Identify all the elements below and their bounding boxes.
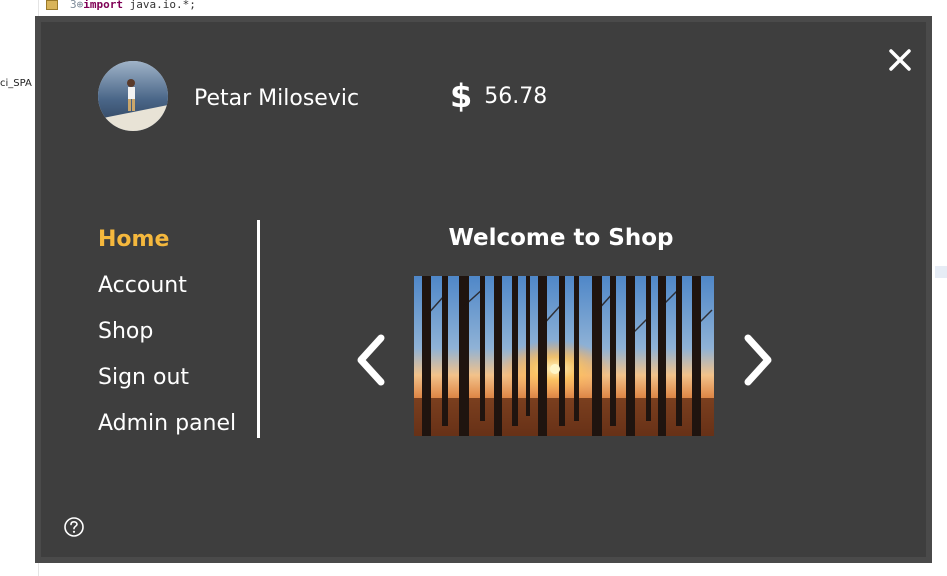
help-icon[interactable] bbox=[63, 516, 85, 538]
carousel-next-button[interactable] bbox=[738, 332, 778, 388]
dollar-icon: $ bbox=[450, 77, 473, 115]
line-number: 3 bbox=[70, 0, 77, 11]
side-nav: Home Account Shop Sign out Admin panel bbox=[98, 225, 258, 455]
nav-divider bbox=[257, 220, 260, 438]
ide-right-tab[interactable] bbox=[935, 266, 947, 278]
chevron-left-icon bbox=[357, 334, 385, 386]
balance: $ 56.78 bbox=[450, 80, 547, 112]
question-circle-icon bbox=[64, 517, 84, 537]
page-title: Welcome to Shop bbox=[448, 225, 674, 251]
nav-item-account[interactable]: Account bbox=[98, 271, 258, 317]
carousel-prev-button[interactable] bbox=[351, 332, 391, 388]
close-icon bbox=[889, 49, 911, 71]
nav-item-shop[interactable]: Shop bbox=[98, 317, 258, 363]
user-name: Petar Milosevic bbox=[194, 86, 360, 111]
shop-dialog: Petar Milosevic $ 56.78 Home Account Sho… bbox=[35, 16, 932, 563]
chevron-right-icon bbox=[744, 334, 772, 386]
file-warning-icon bbox=[46, 0, 58, 10]
avatar[interactable] bbox=[98, 61, 168, 131]
carousel-image bbox=[414, 276, 714, 436]
nav-item-sign-out[interactable]: Sign out bbox=[98, 363, 258, 409]
project-tree-label[interactable]: ci_SPA bbox=[0, 78, 32, 89]
nav-item-admin-panel[interactable]: Admin panel bbox=[98, 409, 258, 455]
forest-sunset-image bbox=[414, 276, 714, 436]
balance-value: 56.78 bbox=[484, 83, 548, 109]
nav-item-home[interactable]: Home bbox=[98, 225, 258, 271]
code-text: java.io.*; bbox=[123, 0, 196, 11]
code-keyword: import bbox=[83, 0, 123, 11]
avatar-image bbox=[98, 61, 168, 131]
close-button[interactable] bbox=[886, 46, 914, 74]
code-line: 3⊕import java.io.*; bbox=[70, 0, 196, 11]
